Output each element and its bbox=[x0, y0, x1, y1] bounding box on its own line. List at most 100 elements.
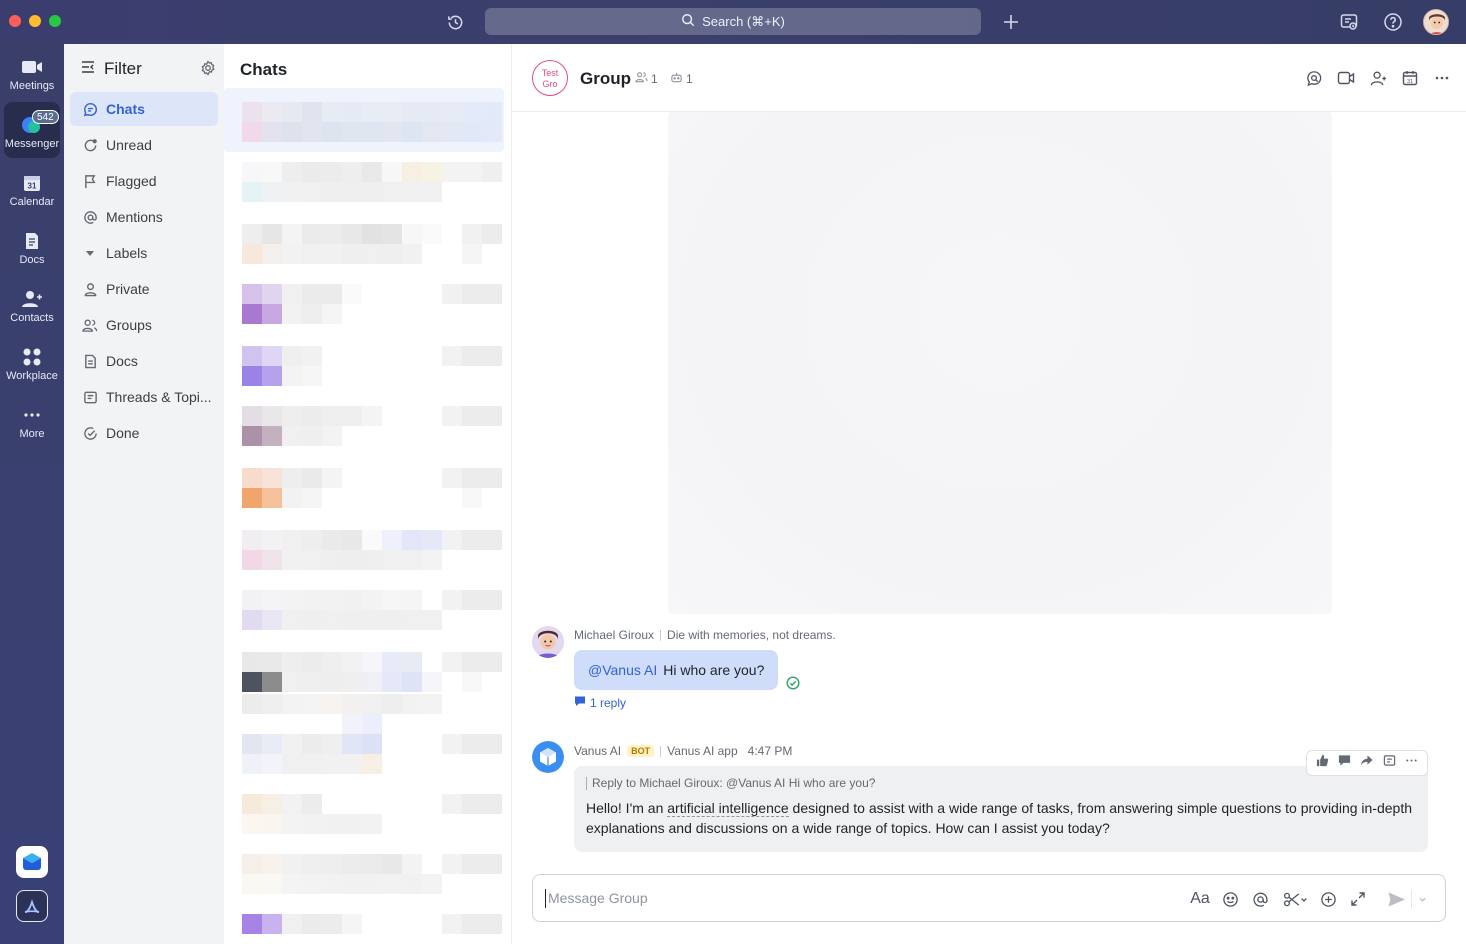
chat-list-item[interactable] bbox=[242, 284, 502, 324]
chat-list-item[interactable] bbox=[242, 734, 502, 774]
filter-panel: Filter Chats Unread Flagged Mentions Lab… bbox=[64, 44, 224, 944]
chat-list-item[interactable] bbox=[242, 224, 502, 264]
add-attachment-icon[interactable] bbox=[1317, 888, 1339, 910]
rail-item-contacts[interactable]: Contacts bbox=[0, 276, 64, 332]
window-zoom-button[interactable] bbox=[49, 15, 61, 27]
filter-item-labels[interactable]: Labels bbox=[70, 236, 218, 270]
unread-icon bbox=[82, 137, 98, 153]
bot-count[interactable]: 1 bbox=[670, 71, 693, 86]
video-camera-icon bbox=[21, 56, 43, 78]
filter-item-mentions[interactable]: Mentions bbox=[70, 200, 218, 234]
avatar[interactable] bbox=[532, 626, 564, 658]
thread-icon[interactable] bbox=[1383, 754, 1396, 772]
emoji-icon[interactable] bbox=[1219, 888, 1241, 910]
reply-icon[interactable] bbox=[1338, 754, 1351, 772]
rail-item-meetings[interactable]: Meetings bbox=[0, 44, 64, 100]
rail-label: More bbox=[19, 428, 45, 440]
send-icon[interactable] bbox=[1385, 888, 1407, 910]
sender-name[interactable]: Vanus AI bbox=[574, 744, 621, 758]
filter-label: Groups bbox=[106, 317, 152, 333]
history-icon[interactable] bbox=[443, 10, 467, 34]
source-app[interactable]: Vanus AI app bbox=[667, 744, 738, 758]
message-bubble[interactable]: @Vanus AI Hi who are you? bbox=[574, 650, 779, 690]
rail-item-messenger[interactable]: Messenger 542 bbox=[4, 102, 60, 158]
chat-list-item[interactable] bbox=[242, 162, 502, 202]
bot-tag: BOT bbox=[627, 745, 655, 757]
chat-list-item[interactable] bbox=[242, 854, 502, 894]
sender-name[interactable]: Michael Giroux bbox=[574, 628, 654, 642]
rail-item-workplace[interactable]: Workplace bbox=[0, 334, 64, 390]
filter-item-unread[interactable]: Unread bbox=[70, 128, 218, 162]
rail-item-docs[interactable]: Docs bbox=[0, 218, 64, 274]
lark-logo-icon[interactable] bbox=[16, 890, 48, 922]
message-meta: Michael Giroux Die with memories, not dr… bbox=[574, 628, 836, 642]
bot-message-bubble[interactable]: Reply to Michael Giroux: @Vanus AI Hi wh… bbox=[574, 766, 1428, 852]
chat-list-item[interactable] bbox=[242, 346, 502, 386]
chat-list-item[interactable] bbox=[242, 590, 502, 630]
forward-icon[interactable] bbox=[1360, 754, 1374, 772]
rail-item-calendar[interactable]: 31 Calendar bbox=[0, 160, 64, 216]
rail-label: Workplace bbox=[6, 370, 58, 382]
chat-list-item[interactable] bbox=[242, 794, 502, 834]
more-icon bbox=[21, 404, 43, 426]
more-options-icon[interactable] bbox=[1432, 68, 1452, 88]
chat-list-item[interactable] bbox=[242, 102, 502, 142]
filter-item-done[interactable]: Done bbox=[70, 416, 218, 450]
screenshot-icon[interactable] bbox=[1281, 888, 1309, 910]
thumbs-up-icon[interactable] bbox=[1316, 754, 1329, 772]
chat-list-item[interactable] bbox=[242, 694, 502, 734]
expand-icon[interactable] bbox=[1347, 888, 1369, 910]
rail-label: Contacts bbox=[10, 312, 54, 324]
chat-search-icon[interactable] bbox=[1304, 68, 1324, 88]
more-icon[interactable] bbox=[1405, 754, 1418, 772]
text-format-button[interactable]: Aa bbox=[1189, 888, 1211, 910]
rail-item-more[interactable]: More bbox=[0, 392, 64, 448]
window-close-button[interactable] bbox=[9, 15, 21, 27]
plus-icon[interactable] bbox=[999, 10, 1023, 34]
message-text: Hello! I'm an artificial intelligence de… bbox=[586, 800, 1412, 836]
reply-thread-link[interactable]: 1 reply bbox=[574, 695, 626, 710]
chat-list-item[interactable] bbox=[242, 530, 502, 570]
filter-item-docs[interactable]: Docs bbox=[70, 344, 218, 378]
gear-icon[interactable] bbox=[200, 60, 216, 81]
send-options-chevron-down-icon[interactable] bbox=[1414, 888, 1430, 910]
chat-list-item[interactable] bbox=[242, 652, 502, 692]
svg-text:31: 31 bbox=[1407, 79, 1413, 85]
window-minimize-button[interactable] bbox=[29, 15, 41, 27]
group-avatar[interactable]: Test Gro bbox=[532, 60, 568, 96]
composer-divider bbox=[1411, 890, 1412, 908]
reply-quote[interactable]: Reply to Michael Giroux: @Vanus AI Hi wh… bbox=[586, 777, 1416, 790]
help-icon[interactable] bbox=[1381, 10, 1405, 34]
filter-collapse-icon[interactable] bbox=[80, 59, 96, 80]
message-composer[interactable]: Message Group Aa bbox=[532, 874, 1446, 922]
mention-link[interactable]: @Vanus AI bbox=[588, 662, 657, 678]
message-input[interactable]: Message Group bbox=[545, 889, 648, 908]
bot-avatar[interactable] bbox=[532, 741, 564, 773]
calendar-icon[interactable]: 31 bbox=[1400, 68, 1420, 88]
filter-item-flagged[interactable]: Flagged bbox=[70, 164, 218, 198]
member-count[interactable]: 1 bbox=[635, 71, 658, 86]
highlighted-term[interactable]: artificial intelligence bbox=[667, 800, 789, 817]
chat-list-item[interactable] bbox=[242, 914, 502, 944]
chat-list-item[interactable] bbox=[242, 406, 502, 446]
filter-item-threads[interactable]: Threads & Topi... bbox=[70, 380, 218, 414]
blurred-image-message[interactable] bbox=[668, 112, 1332, 614]
tasks-icon[interactable] bbox=[1337, 10, 1361, 34]
app-rail: Meetings Messenger 542 31 Calendar Docs … bbox=[0, 44, 64, 944]
rail-label: Calendar bbox=[9, 196, 55, 208]
app-shortcut-icon[interactable] bbox=[16, 846, 48, 878]
user-avatar[interactable] bbox=[1423, 9, 1449, 35]
group-name[interactable]: Group bbox=[580, 69, 631, 89]
filter-item-chats[interactable]: Chats bbox=[70, 92, 218, 126]
global-search-input[interactable]: Search (⌘+K) bbox=[485, 8, 981, 35]
chat-list: Chats bbox=[224, 44, 512, 944]
video-call-icon[interactable] bbox=[1336, 68, 1356, 88]
chat-list-item[interactable] bbox=[242, 468, 502, 508]
add-member-icon[interactable] bbox=[1368, 68, 1388, 88]
filter-item-private[interactable]: Private bbox=[70, 272, 218, 306]
conversation-header: Test Gro Group 1 1 31 bbox=[512, 44, 1466, 112]
filter-item-groups[interactable]: Groups bbox=[70, 308, 218, 342]
bot-icon bbox=[670, 71, 683, 86]
mention-icon[interactable] bbox=[1249, 888, 1271, 910]
filter-label: Private bbox=[106, 281, 150, 297]
